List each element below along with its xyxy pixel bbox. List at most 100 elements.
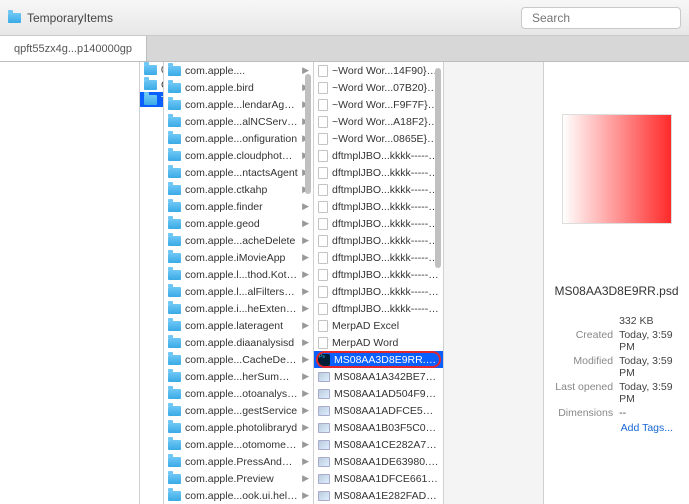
list-item[interactable]: com.apple.ctkahp▶ xyxy=(164,181,313,198)
list-item[interactable]: com.apple.lateragent▶ xyxy=(164,317,313,334)
window-tab[interactable]: qpft55zx4g...p140000gp xyxy=(0,36,147,61)
list-item[interactable]: com.apple...onfiguration▶ xyxy=(164,130,313,147)
list-item[interactable]: MerpAD Excel xyxy=(314,317,443,334)
list-item[interactable]: com.apple...ook.ui.helper▶ xyxy=(164,487,313,504)
item-label: ~Word Wor...07B20}.tmp xyxy=(332,82,439,94)
folder-icon xyxy=(168,474,181,484)
list-item[interactable]: dftmplJBO...kkkk--------- xyxy=(314,147,443,164)
list-item[interactable]: MS08AA1ADFCE5E.png xyxy=(314,402,443,419)
preview-metadata: 332 KB CreatedToday, 3:59 PM ModifiedTod… xyxy=(552,314,681,420)
letter-row[interactable]: 0▶ xyxy=(140,62,163,77)
list-item[interactable]: com.apple.cloudphotosd▶ xyxy=(164,147,313,164)
list-item[interactable]: MS08AA1E282FAD.png xyxy=(314,487,443,504)
item-label: MS08AA1B03F5C0.png xyxy=(334,422,439,434)
column-0[interactable] xyxy=(0,62,140,504)
scroll-thumb[interactable] xyxy=(435,68,441,268)
list-item[interactable]: ~Word Wor...0865E}.tmp xyxy=(314,130,443,147)
list-item[interactable]: ~Word Wor...F9F7F}.tmp xyxy=(314,96,443,113)
list-item[interactable]: com.apple.l...alFiltersXPC▶ xyxy=(164,283,313,300)
item-label: com.apple...otomoments xyxy=(185,439,298,451)
folder-icon xyxy=(168,83,181,93)
file-icon xyxy=(318,133,328,145)
item-label: MerpAD Word xyxy=(332,337,439,349)
item-label: dftmplJBO...kkkk--------- xyxy=(332,303,439,315)
folder-icon xyxy=(144,80,157,90)
list-item[interactable]: com.apple...lendarAgent▶ xyxy=(164,96,313,113)
image-icon xyxy=(318,457,330,467)
list-item[interactable]: com.apple.i...heExtension▶ xyxy=(164,300,313,317)
list-item[interactable]: com.apple...otoanalysisd▶ xyxy=(164,385,313,402)
folder-icon xyxy=(168,287,181,297)
item-label: dftmplJBO...kkkk--------- xyxy=(332,167,439,179)
list-item[interactable]: com.apple.bird▶ xyxy=(164,79,313,96)
list-item[interactable]: com.apple.PressAndHold▶ xyxy=(164,453,313,470)
letter-row[interactable]: C▶ xyxy=(140,77,163,92)
list-item[interactable]: ~Word Wor...A18F2}.tmp xyxy=(314,113,443,130)
file-icon xyxy=(318,82,328,94)
column-2[interactable]: com.apple....▶com.apple.bird▶com.apple..… xyxy=(164,62,314,504)
image-icon xyxy=(318,372,330,382)
list-item[interactable]: MS08AA1A342BE7.png xyxy=(314,368,443,385)
list-item[interactable]: MS08AA1DE63980.png xyxy=(314,453,443,470)
list-item[interactable]: MS08AA3D8E9RR.psd xyxy=(314,351,443,368)
list-item[interactable]: com.apple...herSummary▶ xyxy=(164,368,313,385)
list-item[interactable]: MS08AA1B03F5C0.png xyxy=(314,419,443,436)
list-item[interactable]: dftmplJBO...kkkk--------- xyxy=(314,164,443,181)
item-label: com.apple...ook.ui.helper xyxy=(185,490,298,502)
list-item[interactable]: com.apple...CacheDelete▶ xyxy=(164,351,313,368)
list-item[interactable]: com.apple....▶ xyxy=(164,62,313,79)
list-item[interactable]: com.apple...acheDelete▶ xyxy=(164,232,313,249)
item-label: com.apple...herSummary xyxy=(185,371,298,383)
list-item[interactable]: com.apple...ntactsAgent▶ xyxy=(164,164,313,181)
list-item[interactable]: MS08AA1AD504F9.png xyxy=(314,385,443,402)
current-folder-label: TemporaryItems xyxy=(27,11,113,25)
list-item[interactable]: dftmplJBO...kkkk--------- xyxy=(314,198,443,215)
item-label: MS08AA1AD504F9.png xyxy=(334,388,439,400)
list-item[interactable]: com.apple.finder▶ xyxy=(164,198,313,215)
list-item[interactable]: MS08AA1DFCE661.png xyxy=(314,470,443,487)
list-item[interactable]: com.apple...alNCService▶ xyxy=(164,113,313,130)
folder-icon xyxy=(168,253,181,263)
search-input[interactable] xyxy=(532,11,687,25)
folder-icon xyxy=(168,321,181,331)
list-item[interactable]: ~Word Wor...14F90}.tmp xyxy=(314,62,443,79)
list-item[interactable]: dftmplJBO...kkkk--------- xyxy=(314,249,443,266)
list-item[interactable]: com.apple.iMovieApp▶ xyxy=(164,249,313,266)
list-item[interactable]: ~Word Wor...07B20}.tmp xyxy=(314,79,443,96)
list-item[interactable]: com.apple.photolibraryd▶ xyxy=(164,419,313,436)
add-tags-link[interactable]: Add Tags... xyxy=(552,422,681,434)
list-item[interactable]: com.apple...gestService▶ xyxy=(164,402,313,419)
scrollbar[interactable] xyxy=(306,64,312,502)
item-label: dftmplJBO...kkkk--------- xyxy=(332,150,439,162)
meta-key: Last opened xyxy=(552,381,619,405)
item-label: com.apple...acheDelete xyxy=(185,235,298,247)
search-field[interactable] xyxy=(521,7,681,29)
letter-row[interactable]: T▶ xyxy=(140,92,163,107)
scrollbar[interactable] xyxy=(436,64,442,502)
list-item[interactable]: com.apple...otomoments▶ xyxy=(164,436,313,453)
path-current-folder[interactable]: TemporaryItems xyxy=(8,11,113,25)
list-item[interactable]: dftmplJBO...kkkk--------- xyxy=(314,283,443,300)
list-item[interactable]: dftmplJBO...kkkk--------- xyxy=(314,300,443,317)
meta-modified: Today, 3:59 PM xyxy=(619,355,681,379)
list-item[interactable]: dftmplJBO...kkkk--------- xyxy=(314,266,443,283)
list-item[interactable]: dftmplJBO...kkkk--------- xyxy=(314,232,443,249)
file-icon xyxy=(318,99,328,111)
list-item[interactable]: dftmplJBO...kkkk--------- xyxy=(314,181,443,198)
folder-icon xyxy=(168,219,181,229)
list-item[interactable]: com.apple.Preview▶ xyxy=(164,470,313,487)
list-item[interactable]: com.apple.geod▶ xyxy=(164,215,313,232)
list-item[interactable]: MerpAD Word xyxy=(314,334,443,351)
column-letters[interactable]: 0▶C▶T▶ xyxy=(140,62,164,504)
file-icon xyxy=(318,167,328,179)
column-3[interactable]: ~Word Wor...14F90}.tmp ~Word Wor...07B20}… xyxy=(314,62,444,504)
file-icon xyxy=(318,184,328,196)
list-item[interactable]: com.apple.diaanalysisd▶ xyxy=(164,334,313,351)
list-item[interactable]: com.apple.l...thod.Kotoeri▶ xyxy=(164,266,313,283)
list-item[interactable]: MS08AA1CE282A7.png xyxy=(314,436,443,453)
folder-icon xyxy=(168,185,181,195)
item-label: com.apple...gestService xyxy=(185,405,298,417)
list-item[interactable]: dftmplJBO...kkkk--------- xyxy=(314,215,443,232)
scroll-thumb[interactable] xyxy=(305,74,311,194)
item-label: com.apple...CacheDelete xyxy=(185,354,298,366)
